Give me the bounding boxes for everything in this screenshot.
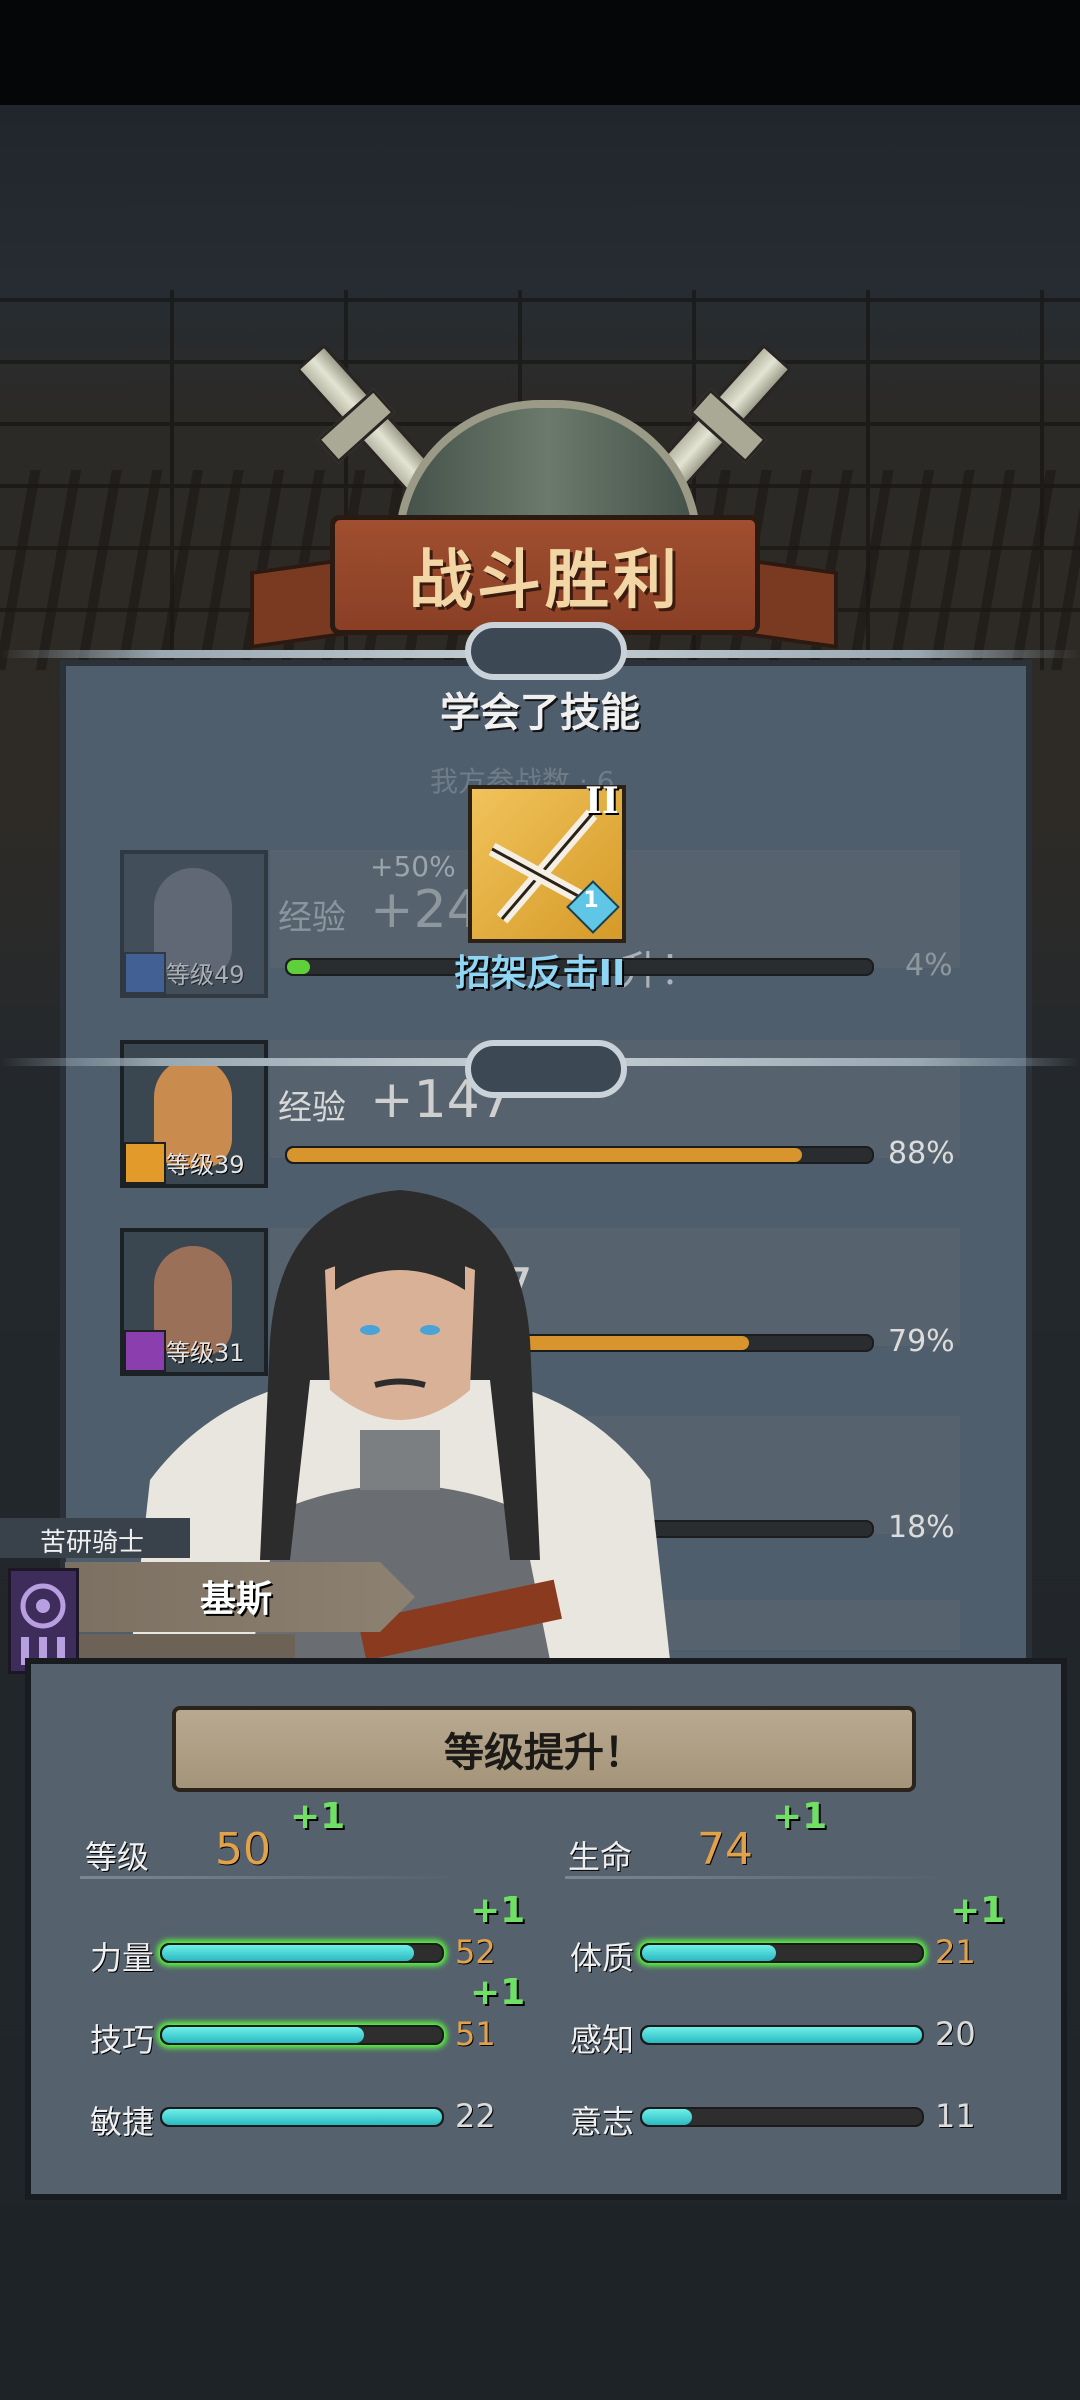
stat-bar (160, 1943, 444, 1963)
stat-value: 52 (455, 1933, 496, 1971)
stat-value: 22 (455, 2097, 496, 2135)
stat-label: 体质 (570, 1939, 635, 1977)
knot-ornament (465, 1040, 627, 1098)
level-underline (80, 1876, 460, 1879)
stat-label: 意志 (570, 2103, 635, 2141)
stat-value: 11 (935, 2097, 976, 2135)
exp-label: 经验 (278, 898, 346, 938)
exp-percent: 18% (888, 1510, 955, 1545)
level-plus: +1 (290, 1796, 346, 1837)
stat-label: 敏捷 (90, 2103, 155, 2141)
status-bar (0, 0, 1080, 105)
skill-rank: 1 (583, 888, 599, 913)
exp-percent: 79% (888, 1324, 955, 1359)
stat-plus: +1 (470, 1972, 526, 2013)
level-value: 50 (215, 1824, 271, 1875)
character-class: 苦研骑士 (40, 1528, 145, 1558)
stat-label: 技巧 (90, 2021, 155, 2059)
skill-tier: II (585, 780, 619, 822)
level-up-title: 等级提升！ (444, 1730, 644, 1776)
hp-plus: +1 (772, 1796, 828, 1837)
shield-badge-icon (124, 1142, 166, 1184)
hp-underline (565, 1876, 945, 1879)
level-label: 等级 (85, 1838, 150, 1876)
victory-banner: 战斗胜利 (330, 515, 760, 635)
stat-value: 51 (455, 2015, 496, 2053)
level-up-banner: 等级提升！ (172, 1706, 916, 1792)
level-text: 等级39 (166, 1151, 245, 1179)
exp-label: 经验 (278, 1088, 346, 1128)
stat-bar (640, 1943, 924, 1963)
exp-bonus: +50% (370, 850, 456, 883)
stat-value: 21 (935, 1933, 976, 1971)
stat-bar (640, 2025, 924, 2045)
hp-label: 生命 (568, 1838, 633, 1876)
bottom-strip (0, 2205, 1080, 2400)
character-name: 基斯 (200, 1579, 273, 1620)
stat-bar (160, 2107, 444, 2127)
exp-gain: +24 (370, 880, 480, 940)
stat-plus: +1 (950, 1890, 1006, 1931)
skill-learned-heading: 学会了技能 (440, 690, 640, 736)
stat-label: 感知 (570, 2021, 635, 2059)
hp-value: 74 (697, 1824, 753, 1875)
stat-value: 20 (935, 2015, 976, 2053)
stat-label: 力量 (90, 1939, 155, 1977)
knot-ornament (465, 622, 627, 680)
stat-bar (640, 2107, 924, 2127)
skill-name: 招架反击II (454, 953, 626, 994)
exp-bar (285, 1146, 874, 1164)
victory-title: 战斗胜利 (409, 544, 681, 618)
exp-percent: 88% (888, 1136, 955, 1171)
stat-plus: +1 (470, 1890, 526, 1931)
stat-bar (160, 2025, 444, 2045)
